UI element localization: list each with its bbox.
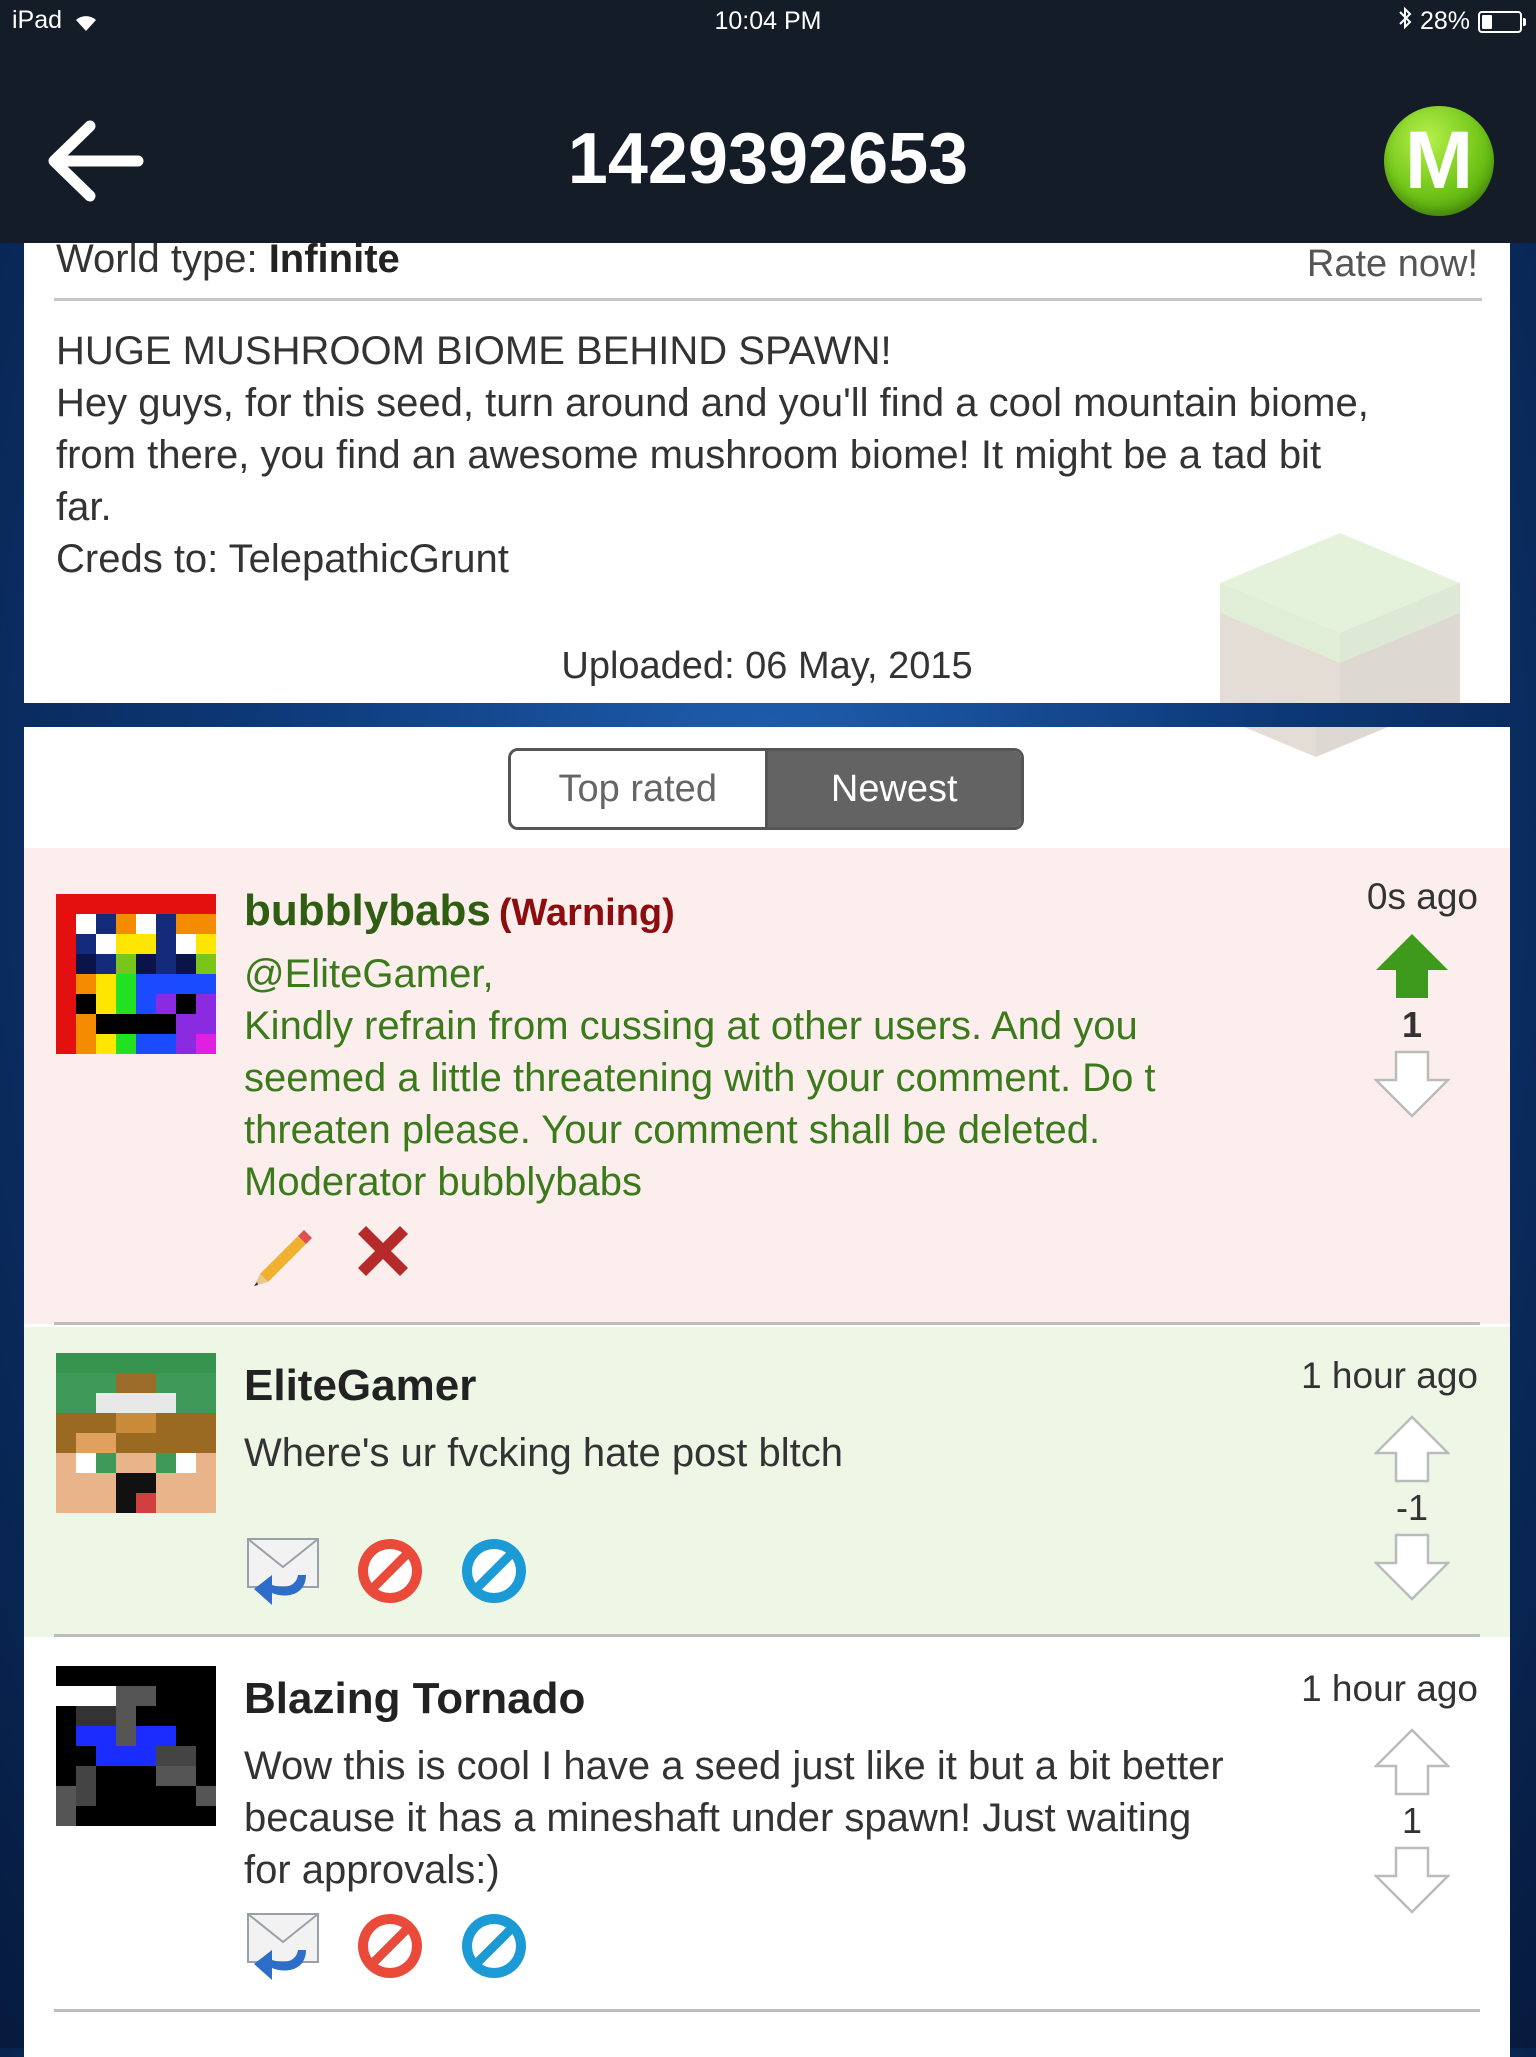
avatar[interactable] xyxy=(56,1666,216,1826)
upvote-arrow-icon[interactable] xyxy=(1374,1728,1450,1796)
comment-line: seemed a little threatening with your co… xyxy=(244,1056,1156,1100)
world-type: World type: Infinite xyxy=(56,243,400,282)
reply-mail-icon[interactable] xyxy=(246,1535,322,1612)
reply-mail-icon[interactable] xyxy=(246,1910,322,1987)
vote-widget: -1 xyxy=(1372,1415,1452,1601)
divider xyxy=(54,1634,1480,1637)
description-line: from there, you find an awesome mushroom… xyxy=(56,433,1322,477)
upvote-arrow-icon[interactable] xyxy=(1374,932,1450,1000)
tab-newest[interactable]: Newest xyxy=(767,751,1021,827)
comment-line: @EliteGamer, xyxy=(244,952,494,996)
description-line: HUGE MUSHROOM BIOME BEHIND SPAWN! xyxy=(56,329,892,373)
pencil-icon[interactable] xyxy=(246,1216,316,1291)
warning-tag: (Warning) xyxy=(498,892,675,934)
divider xyxy=(54,298,1482,301)
delete-x-icon[interactable] xyxy=(348,1216,418,1291)
upvote-arrow-icon[interactable] xyxy=(1374,1415,1450,1483)
vote-score: 1 xyxy=(1401,1800,1423,1841)
block-icon[interactable] xyxy=(354,1535,426,1612)
app-header: iPad 10:04 PM 28% 1429392653 M xyxy=(0,0,1536,243)
rate-now-link[interactable]: Rate now! xyxy=(1307,243,1478,286)
comment-author[interactable]: Blazing Tornado xyxy=(244,1674,585,1724)
author-name: bubblybabs xyxy=(244,886,491,935)
comment-actions xyxy=(246,1535,530,1612)
seed-info-panel: World type: Infinite Rate now! HUGE MUSH… xyxy=(24,243,1510,703)
downvote-arrow-icon[interactable] xyxy=(1374,1050,1450,1118)
avatar[interactable] xyxy=(56,1353,216,1513)
battery-icon xyxy=(1478,10,1526,33)
downvote-arrow-icon[interactable] xyxy=(1374,1846,1450,1914)
avatar[interactable] xyxy=(56,894,216,1054)
vote-widget: 1 xyxy=(1372,1728,1452,1914)
battery-percent: 28% xyxy=(1419,7,1470,35)
vote-widget: 1 xyxy=(1372,932,1452,1118)
comment-line: Moderator bubblybabs xyxy=(244,1160,643,1204)
status-right: 28% xyxy=(1398,6,1526,37)
tab-top-rated[interactable]: Top rated xyxy=(511,751,768,827)
comment-body: Where's ur fvcking hate post bltch xyxy=(244,1427,1244,1479)
comment-time: 1 hour ago xyxy=(1301,1355,1478,1396)
menu-logo-button[interactable]: M xyxy=(1384,106,1494,216)
divider xyxy=(54,1322,1480,1325)
report-icon[interactable] xyxy=(458,1910,530,1987)
status-time: 10:04 PM xyxy=(714,7,822,35)
comment-actions xyxy=(246,1216,418,1291)
comment-line: because it has a mineshaft under spawn! … xyxy=(244,1796,1192,1840)
comment-item: bubblybabs (Warning) 0s ago @EliteGamer, … xyxy=(24,848,1510,1324)
comment-author[interactable]: bubblybabs (Warning) xyxy=(244,886,675,936)
upload-date: Uploaded: 06 May, 2015 xyxy=(561,645,973,687)
grass-block-watermark xyxy=(1166,727,1466,767)
description-line: Hey guys, for this seed, turn around and… xyxy=(56,381,1369,425)
battery-fill xyxy=(1482,14,1492,29)
downvote-arrow-icon[interactable] xyxy=(1374,1533,1450,1601)
comment-body: Wow this is cool I have a seed just like… xyxy=(244,1740,1244,1896)
comment-item: EliteGamer 1 hour ago Where's ur fvcking… xyxy=(24,1327,1510,1637)
comment-item: Blazing Tornado 1 hour ago Wow this is c… xyxy=(24,1640,1510,2057)
comment-body: @EliteGamer, Kindly refrain from cussing… xyxy=(244,948,1244,1208)
comment-line: for approvals:) xyxy=(244,1848,500,1892)
block-icon[interactable] xyxy=(354,1910,426,1987)
comments-panel: Top rated Newest bubblybabs (Warning) 0s… xyxy=(24,727,1510,2057)
divider xyxy=(54,2009,1480,2012)
page-title: 1429392653 xyxy=(567,119,969,199)
comment-actions xyxy=(246,1910,530,1987)
comment-line: threaten please. Your comment shall be d… xyxy=(244,1108,1101,1152)
vote-score: -1 xyxy=(1395,1487,1428,1528)
bluetooth-icon xyxy=(1398,6,1412,37)
comment-line: Wow this is cool I have a seed just like… xyxy=(244,1744,1224,1788)
world-type-value: Infinite xyxy=(268,243,400,281)
comment-line: Kindly refrain from cussing at other use… xyxy=(244,1004,1138,1048)
sort-segmented-control: Top rated Newest xyxy=(508,748,1024,830)
comment-line: Where's ur fvcking hate post bltch xyxy=(244,1431,844,1475)
comment-time: 1 hour ago xyxy=(1301,1668,1478,1709)
comment-time: 0s ago xyxy=(1366,876,1478,917)
report-icon[interactable] xyxy=(458,1535,530,1612)
vote-score: 1 xyxy=(1401,1004,1423,1045)
comment-author[interactable]: EliteGamer xyxy=(244,1361,476,1411)
world-type-label: World type: xyxy=(56,243,258,281)
